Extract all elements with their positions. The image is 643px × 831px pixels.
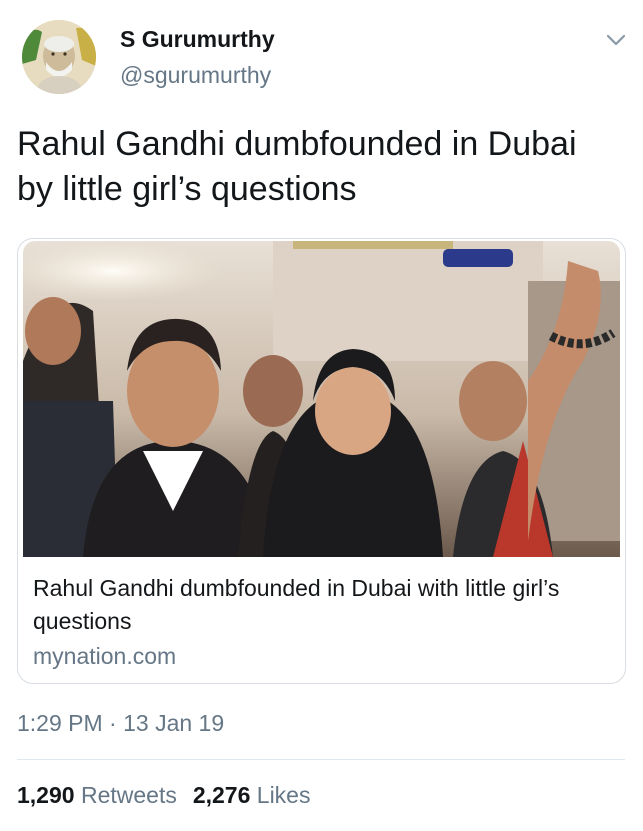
link-preview-card[interactable]: Rahul Gandhi dumbfounded in Dubai with l… <box>17 238 626 684</box>
likes-count: 2,276 <box>192 782 251 808</box>
tweet-date: 13 Jan 19 <box>123 710 225 736</box>
retweets-stat[interactable]: 1,290 Retweets <box>17 782 177 808</box>
card-image[interactable] <box>23 241 620 557</box>
chevron-down-icon[interactable] <box>606 30 626 50</box>
avatar-portrait-image <box>22 20 96 94</box>
author-handle[interactable]: @sgurumurthy <box>120 62 271 89</box>
card-title[interactable]: Rahul Gandhi dumbfounded in Dubai with l… <box>33 572 613 638</box>
tweet-time: 1:29 PM <box>17 710 103 736</box>
timestamp-separator: · <box>109 710 117 736</box>
likes-label: Likes <box>256 782 311 808</box>
engagement-stats: 1,290 Retweets 2,276 Likes <box>17 782 310 809</box>
author-avatar[interactable] <box>22 20 96 94</box>
retweets-label: Retweets <box>80 782 177 808</box>
likes-stat[interactable]: 2,276 Likes <box>193 782 311 808</box>
retweets-count: 1,290 <box>17 782 75 808</box>
author-name[interactable]: S Gurumurthy <box>120 26 275 53</box>
tweet-text: Rahul Gandhi dumbfounded in Dubai by lit… <box>17 122 627 212</box>
tweet-timestamp[interactable]: 1:29 PM · 13 Jan 19 <box>17 710 224 737</box>
tweet-text-line-1: Rahul Gandhi dumbfounded in Dubai <box>17 125 577 163</box>
divider <box>17 759 625 760</box>
tweet-text-line-2: by little girl’s questions <box>17 170 357 208</box>
card-domain: mynation.com <box>33 643 177 669</box>
